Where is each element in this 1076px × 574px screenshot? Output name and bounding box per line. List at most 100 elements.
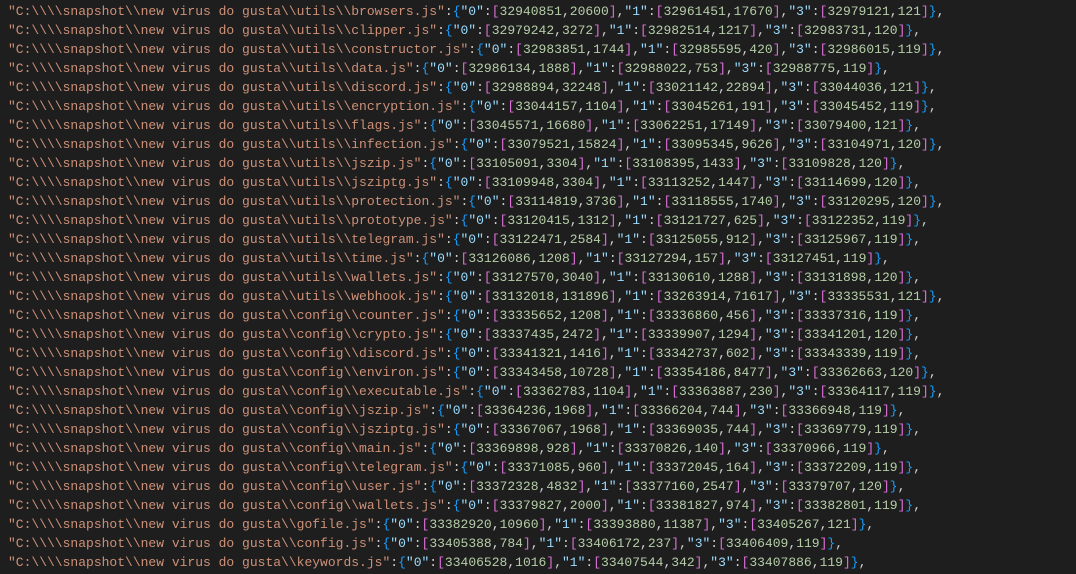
code-line: "C:\\\\snapshot\\new virus do gusta\\uti… (8, 154, 1068, 173)
close-bracket: ] (593, 270, 601, 285)
code-line: "C:\\\\snapshot\\new virus do gusta\\con… (8, 344, 1068, 363)
num-value: 120 (898, 137, 921, 152)
num-value: 33381827 (656, 498, 718, 513)
num-value: 32983851 (523, 42, 585, 57)
num-value: 1104 (593, 384, 624, 399)
num-value: 32983731 (804, 23, 866, 38)
num-value: 33343458 (500, 365, 562, 380)
close-bracket: ] (913, 80, 921, 95)
offset-key: "1" (539, 536, 562, 551)
offset-key: "0" (461, 365, 484, 380)
num-value: 120 (859, 156, 882, 171)
offset-key: "0" (406, 555, 429, 570)
num-value: 1744 (593, 42, 624, 57)
num-value: 33121727 (663, 213, 725, 228)
num-value: 960 (578, 460, 601, 475)
offset-key: "3" (734, 251, 757, 266)
close-bracket: ] (523, 536, 531, 551)
open-bracket: [ (648, 232, 656, 247)
offset-key: "0" (390, 517, 413, 532)
num-value: 33045571 (476, 118, 538, 133)
file-path-key: "C:\\\\snapshot\\new virus do gusta\\con… (8, 422, 445, 437)
code-line: "C:\\\\snapshot\\new virus do gusta\\gof… (8, 515, 1068, 534)
code-line: "C:\\\\snapshot\\new virus do gusta\\con… (8, 306, 1068, 325)
close-bracket: ] (749, 175, 757, 190)
close-brace: } (874, 251, 882, 266)
offset-key: "1" (554, 517, 577, 532)
num-value: 33362663 (820, 365, 882, 380)
open-bracket: [ (484, 289, 492, 304)
close-brace: } (890, 479, 898, 494)
offset-key: "0" (461, 498, 484, 513)
close-bracket: ] (749, 232, 757, 247)
num-value: 33335531 (827, 289, 889, 304)
offset-key: "1" (585, 251, 608, 266)
num-value: 33341201 (804, 327, 866, 342)
offset-key: "1" (632, 194, 655, 209)
file-path-key: "C:\\\\snapshot\\new virus do gusta\\con… (8, 346, 445, 361)
code-line: "C:\\\\snapshot\\new virus do gusta\\con… (8, 458, 1068, 477)
num-value: 33379827 (500, 498, 562, 513)
num-value: 1294 (718, 327, 749, 342)
offset-key: "1" (609, 270, 632, 285)
json-source-view: "C:\\\\snapshot\\new virus do gusta\\uti… (8, 2, 1068, 572)
close-bracket: ] (609, 289, 617, 304)
offset-key: "0" (453, 80, 476, 95)
num-value: 1447 (718, 175, 749, 190)
num-value: 33405388 (429, 536, 491, 551)
num-value: 1208 (570, 308, 601, 323)
offset-key: "3" (765, 23, 788, 38)
close-bracket: ] (609, 213, 617, 228)
num-value: 33363887 (679, 384, 741, 399)
offset-key: "3" (765, 460, 788, 475)
close-bracket: ] (757, 213, 765, 228)
offset-key: "1" (617, 232, 640, 247)
num-value: 32988775 (773, 61, 835, 76)
num-value: 119 (874, 498, 897, 513)
num-value: 420 (749, 42, 772, 57)
offset-key: "1" (609, 23, 632, 38)
open-bracket: [ (796, 23, 804, 38)
offset-key: "3" (765, 270, 788, 285)
num-value: 32248 (562, 80, 601, 95)
open-bracket: [ (796, 327, 804, 342)
file-path-key: "C:\\\\snapshot\\new virus do gusta\\key… (8, 555, 390, 570)
num-value: 119 (890, 99, 913, 114)
close-bracket: ] (601, 460, 609, 475)
num-value: 2584 (570, 232, 601, 247)
num-value: 744 (710, 403, 733, 418)
code-line: "C:\\\\snapshot\\new virus do gusta\\con… (8, 439, 1068, 458)
open-brace: { (445, 80, 453, 95)
offset-key: "0" (453, 327, 476, 342)
num-value: 119 (874, 308, 897, 323)
open-bracket: [ (468, 156, 476, 171)
num-value: 33044157 (515, 99, 577, 114)
close-bracket: ] (749, 270, 757, 285)
num-value: 20600 (570, 4, 609, 19)
num-value: 32979121 (827, 4, 889, 19)
num-value: 17670 (734, 4, 773, 19)
offset-key: "0" (476, 99, 499, 114)
close-bracket: ] (913, 365, 921, 380)
code-line: "C:\\\\snapshot\\new virus do gusta\\con… (8, 363, 1068, 382)
open-brace: { (476, 384, 484, 399)
num-value: 119 (820, 555, 843, 570)
offset-key: "1" (617, 80, 640, 95)
close-bracket: ] (773, 137, 781, 152)
close-bracket: ] (671, 536, 679, 551)
code-line: "C:\\\\snapshot\\new virus do gusta\\con… (8, 382, 1068, 401)
open-bracket: [ (796, 270, 804, 285)
open-bracket: [ (765, 61, 773, 76)
open-bracket: [ (796, 498, 804, 513)
open-bracket: [ (632, 403, 640, 418)
open-bracket: [ (804, 213, 812, 228)
num-value: 456 (726, 308, 749, 323)
open-bracket: [ (507, 99, 515, 114)
open-bracket: [ (492, 232, 500, 247)
num-value: 15824 (578, 137, 617, 152)
open-bracket: [ (648, 498, 656, 513)
offset-key: "0" (468, 460, 491, 475)
num-value: 33079521 (507, 137, 569, 152)
num-value: 33335652 (500, 308, 562, 323)
close-bracket: ] (749, 308, 757, 323)
